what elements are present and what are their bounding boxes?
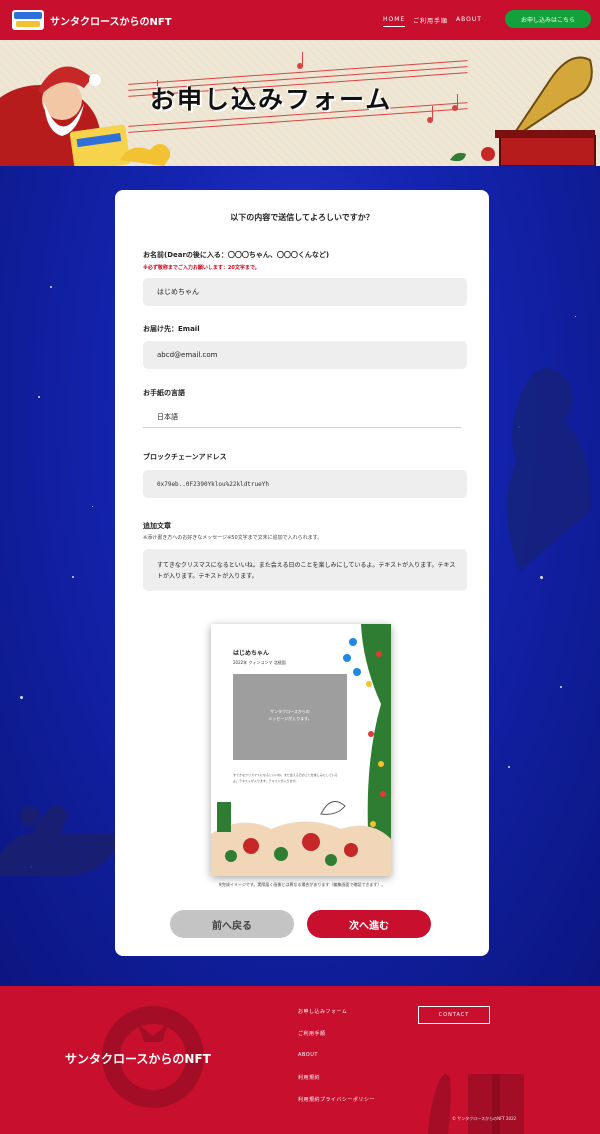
name-field[interactable]: はじめちゃん [143,278,467,306]
message-label: 追加文章 [143,522,171,530]
gramophone-illustration [440,40,600,166]
message-field[interactable]: すてきなクリスマスになるといいね。また会える日のことを楽しみにしているよ。テキス… [143,549,467,591]
footer-link-privacy[interactable]: 利用規約プライバシーポリシー [298,1096,375,1103]
email-label: お届け先：Email [143,325,200,333]
message-note: ※添け書き方へのお好きなメッセージ※50文字まで文末に追加で入れられます。 [143,535,323,541]
page-title: お申し込みフォーム [150,85,393,114]
footer-link-terms[interactable]: 利用規約 [298,1074,320,1081]
footer-site-title[interactable]: サンタクロースからのNFT [65,1050,211,1067]
hero-banner: お申し込みフォーム [0,40,600,166]
site-logo[interactable] [12,10,44,30]
sleigh-silhouette-icon [0,806,117,877]
blockchain-address-label: ブロックチェーンアドレス [143,453,227,461]
name-note: ※必ず敬称までご入力お願いします：20文字まで。 [143,265,260,271]
site-title[interactable]: サンタクロースからのNFT [50,13,172,28]
email-field[interactable]: abcd@email.com [143,341,467,369]
confirmation-card: 以下の内容で送信してよろしいですか？ お名前(Dearの後に入る：〇〇〇ちゃん、… [115,190,489,956]
preview-message-box: サンタクロースからの メッセージが入ります。 [233,674,347,760]
name-label: お名前(Dearの後に入る：〇〇〇ちゃん、〇〇〇くんなど) [143,251,330,259]
preview-caption: ※完成イメージです。実際届く画像とは異なる場合があります（編集画面で確認できます… [218,882,386,887]
apply-cta-button[interactable]: お申し込みはこちら [505,10,591,28]
preview-name: はじめちゃん [233,650,270,657]
footer-link-about[interactable]: ABOUT [298,1052,318,1058]
site-footer: サンタクロースからのNFT お申し込みフォーム ご利用手順 ABOUT 利用規約… [0,986,600,1134]
copyright-text: © サンタクロースからのNFT 2022 [452,1116,517,1121]
nav-about[interactable]: ABOUT [456,16,482,23]
nav-home[interactable]: HOME [383,16,406,27]
letter-preview: はじめちゃん 2022年 クィンコンマ 北極園 サンタクロースからの メッセージ… [211,624,391,876]
confirm-heading: 以下の内容で送信してよろしいですか？ [230,213,374,222]
language-label: お手紙の言語 [143,389,185,397]
site-header: サンタクロースからのNFT HOME ご利用手順 ABOUT お申し込みはこちら [0,0,600,40]
nav-howto[interactable]: ご利用手順 [413,16,448,25]
contact-button[interactable]: CONTACT [418,1006,490,1024]
footer-link-howto[interactable]: ご利用手順 [298,1030,326,1037]
blockchain-address-field[interactable]: 0x79eb..0F2390Yklou%22kldtrueYh [143,470,467,498]
santa-silhouette-icon [506,368,591,571]
back-button[interactable]: 前へ戻る [170,910,294,938]
language-select[interactable]: 日本語 [143,406,461,428]
preview-message-placeholder: サンタクロースからの メッセージが入ります。 [268,709,312,721]
next-button[interactable]: 次へ進む [307,910,431,938]
santa-illustration [0,40,172,166]
preview-body-text: すてきなクリスマスになるといいね。また会える日のことを楽しみにしているよ。テキス… [233,773,338,783]
footer-link-apply[interactable]: お申し込みフォーム [298,1008,347,1015]
preview-subtitle: 2022年 クィンコンマ 北極園 [233,660,286,665]
